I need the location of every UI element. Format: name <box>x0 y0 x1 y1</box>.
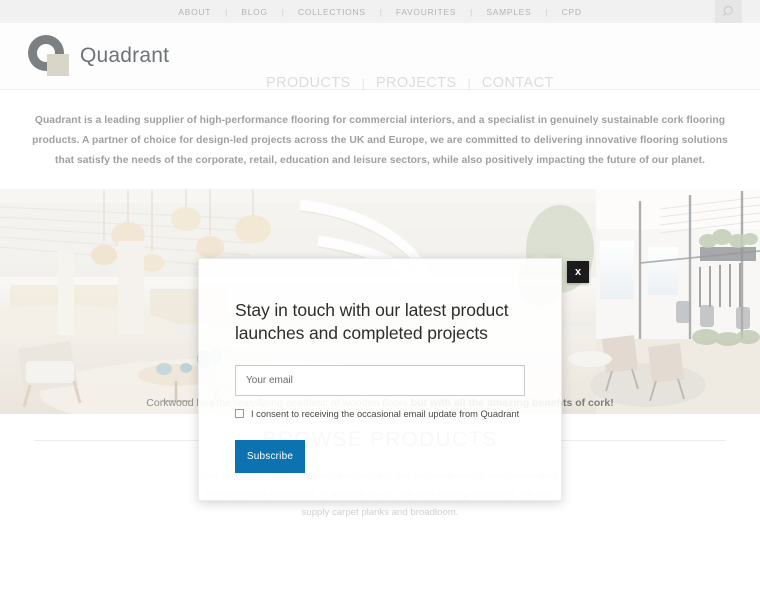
subscribe-button[interactable]: Subscribe <box>235 439 305 473</box>
consent-row: I consent to receiving the occasional em… <box>235 409 525 419</box>
close-icon[interactable]: x <box>567 261 589 283</box>
search-button[interactable] <box>715 0 742 23</box>
newsletter-title: Stay in touch with our latest product la… <box>235 300 509 344</box>
topnav-item-collections[interactable]: COLLECTIONS <box>284 7 380 17</box>
topnav-item-favourites[interactable]: FAVOURITES <box>382 7 470 17</box>
topnav-item-about[interactable]: ABOUT <box>164 7 225 17</box>
quadrant-logo-icon <box>28 35 70 77</box>
nav-item-contact[interactable]: CONTACT <box>471 75 565 91</box>
topnav-item-cpd[interactable]: CPD <box>548 7 596 17</box>
intro-paragraph: Quadrant is a leading supplier of high-p… <box>32 115 728 167</box>
newsletter-modal-body: Stay in touch with our latest product la… <box>199 259 561 473</box>
top-utility-bar: ABOUT | BLOG | COLLECTIONS | FAVOURITES … <box>0 0 760 23</box>
consent-checkbox[interactable] <box>235 409 244 419</box>
newsletter-modal: x Stay in touch with our latest product … <box>198 258 589 501</box>
site-header: Quadrant PRODUCTS | PROJECTS | CONTACT <box>0 23 760 91</box>
topnav-item-blog[interactable]: BLOG <box>227 7 281 17</box>
search-icon <box>722 5 733 16</box>
intro-section: Quadrant is a leading supplier of high-p… <box>0 90 760 189</box>
nav-item-products[interactable]: PRODUCTS <box>255 75 362 91</box>
email-field[interactable] <box>235 364 525 396</box>
logo-square-shape <box>47 54 69 76</box>
brand-name: Quadrant <box>80 44 170 67</box>
topnav-item-samples[interactable]: SAMPLES <box>472 7 545 17</box>
nav-item-projects[interactable]: PROJECTS <box>365 75 468 91</box>
top-utility-nav: ABOUT | BLOG | COLLECTIONS | FAVOURITES … <box>164 7 595 17</box>
brand-logo[interactable]: Quadrant <box>28 35 169 77</box>
consent-label: I consent to receiving the occasional em… <box>251 408 520 419</box>
main-nav: PRODUCTS | PROJECTS | CONTACT <box>255 75 565 91</box>
